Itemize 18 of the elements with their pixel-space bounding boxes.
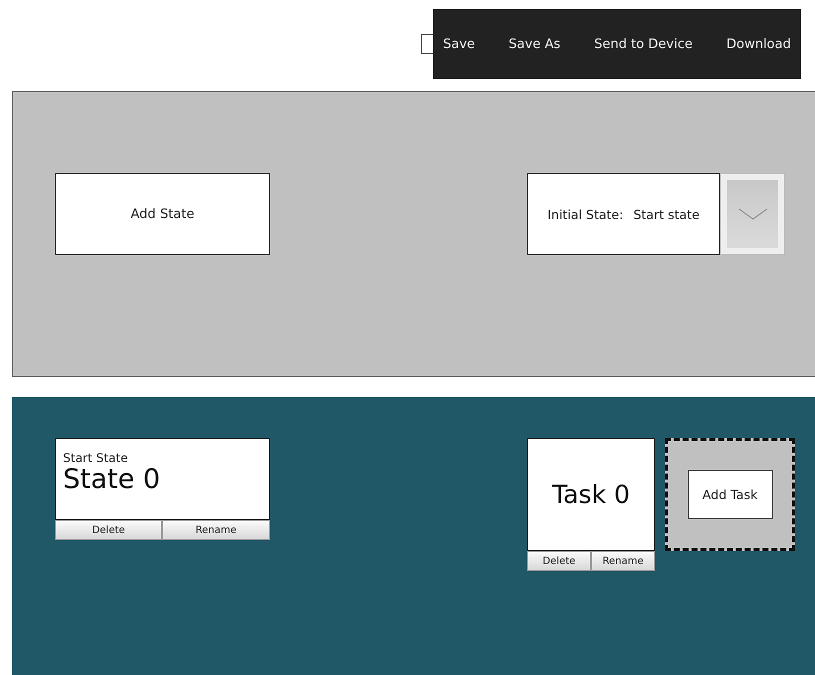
chevron-down-icon <box>738 208 768 220</box>
add-state-button[interactable]: Add State <box>55 173 270 255</box>
task-card: Task 0 <box>527 438 655 551</box>
toolbar-item[interactable]: Send to Device <box>594 36 693 52</box>
add-task-button[interactable]: Add Task <box>688 470 772 519</box>
toolbar-item[interactable]: Save As <box>508 36 560 52</box>
card-action-button[interactable]: Delete <box>55 520 162 540</box>
state-caption: Start State <box>63 451 129 465</box>
initial-state-field[interactable]: Initial State: Start state <box>527 173 720 255</box>
dropdown-button[interactable] <box>720 173 785 255</box>
card-action-button[interactable]: Rename <box>162 520 270 540</box>
card-action-button[interactable]: Delete <box>527 551 591 571</box>
field-label: Initial State: <box>547 206 624 222</box>
field-value: Start state <box>633 206 700 222</box>
toolbar-item[interactable]: Save <box>443 36 475 52</box>
state-name: State 0 <box>63 465 162 495</box>
card-action-button[interactable]: Rename <box>591 551 655 571</box>
toolbar-item[interactable]: Download <box>726 36 791 52</box>
